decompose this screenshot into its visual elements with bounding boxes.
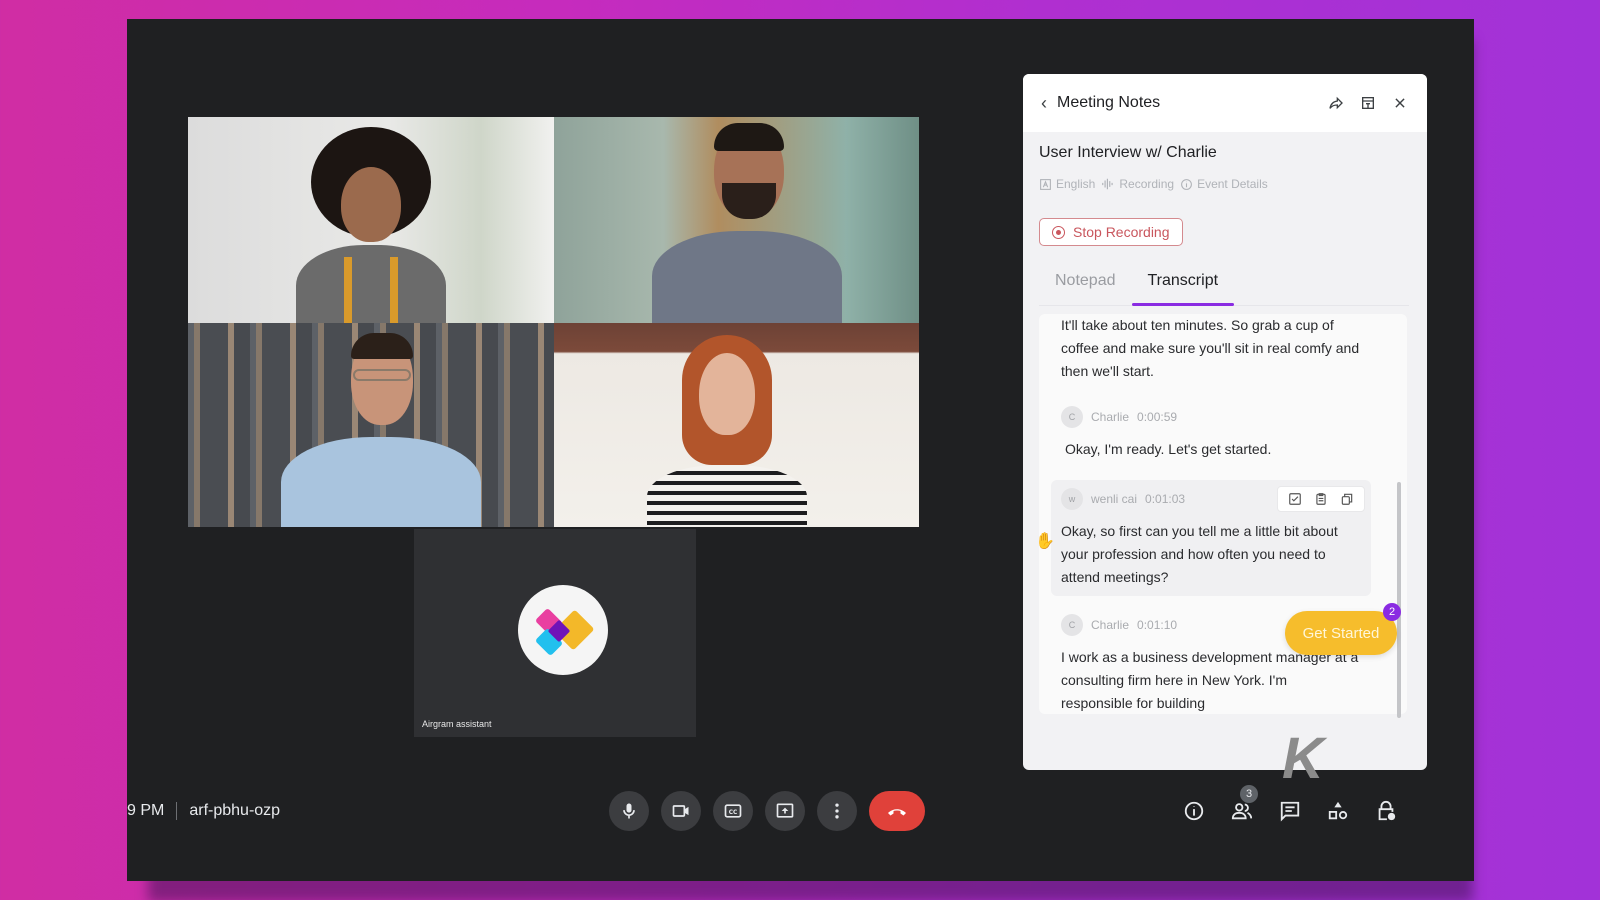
transcript-speaker: C Charlie 0:00:59 [1061, 406, 1177, 428]
notification-badge: 2 [1383, 603, 1401, 621]
video-tile-participant-2[interactable] [554, 117, 919, 323]
speaker-timestamp: 0:00:59 [1137, 410, 1178, 424]
info-icon [1184, 801, 1204, 821]
event-details-label: Event Details [1197, 177, 1268, 191]
transcript-entry-text: It'll take about ten minutes. So grab a … [1061, 317, 1360, 379]
meeting-title: User Interview w/ Charlie [1039, 144, 1217, 161]
present-button[interactable] [765, 791, 805, 831]
video-tile-participant-1[interactable] [188, 117, 554, 323]
record-icon [1052, 225, 1065, 239]
more-vertical-icon [835, 803, 839, 819]
lock-person-icon [1378, 800, 1396, 821]
video-tile-participant-4[interactable] [554, 323, 919, 527]
mic-icon [623, 803, 635, 819]
avatar: C [1061, 614, 1083, 636]
chat-icon [1280, 801, 1300, 822]
tab-transcript[interactable]: Transcript [1131, 264, 1235, 306]
speaker-timestamp: 0:01:10 [1137, 618, 1178, 632]
camera-button[interactable] [661, 791, 701, 831]
present-screen-icon [776, 803, 794, 818]
checkbox-task-icon[interactable] [1288, 492, 1302, 506]
language-label: English [1056, 177, 1096, 191]
tab-notepad[interactable]: Notepad [1039, 264, 1132, 305]
transcript-scrollbar[interactable] [1397, 482, 1401, 718]
host-controls-button[interactable] [1374, 791, 1398, 831]
event-details-link[interactable]: Event Details [1180, 177, 1268, 191]
participant-count-badge: 3 [1240, 785, 1258, 803]
transcript-speaker: C Charlie 0:01:10 [1061, 614, 1177, 636]
copy-icon[interactable] [1340, 492, 1354, 506]
closed-captions-icon: CC [724, 804, 742, 818]
video-tile-participant-3[interactable] [188, 323, 554, 527]
get-started-button[interactable]: Get Started 2 [1285, 603, 1401, 655]
save-notes-icon[interactable] [1359, 94, 1377, 112]
video-grid [188, 117, 919, 527]
more-options-button[interactable] [817, 791, 857, 831]
transcript-entry-text: I work as a business development manager… [1061, 649, 1359, 711]
meeting-meta: English Recording Event Details [1039, 177, 1268, 191]
watermark-logo: K [1282, 726, 1324, 791]
hand-cursor-icon: ✋ [1035, 533, 1055, 550]
back-chevron-icon[interactable]: ‹ [1041, 93, 1047, 114]
avatar: w [1061, 488, 1083, 510]
avatar: C [1061, 406, 1083, 428]
transcript-entry-text: Okay, I'm ready. Let's get started. [1065, 441, 1272, 457]
chat-button[interactable] [1278, 791, 1302, 831]
meeting-time: 9 PM [127, 802, 165, 819]
panel-header: ‹ Meeting Notes [1023, 74, 1427, 132]
shapes-icon [1328, 801, 1348, 820]
audio-wave-icon [1102, 178, 1114, 190]
people-icon [1231, 803, 1253, 820]
speaker-name: wenli cai [1091, 492, 1138, 506]
share-icon[interactable] [1327, 94, 1345, 112]
assistant-tile[interactable]: Airgram assistant [414, 529, 696, 737]
transcript-entry-hovered[interactable]: w wenli cai 0:01:03 Okay, so first can y… [1051, 480, 1371, 596]
panel-title: Meeting Notes [1057, 94, 1161, 111]
microphone-button[interactable] [609, 791, 649, 831]
recording-status: Recording [1101, 177, 1174, 191]
video-call-window: Airgram assistant 9 PM arf-pbhu-ozp CC 3… [127, 19, 1474, 881]
leave-call-button[interactable] [869, 791, 925, 831]
panel-tabs: Notepad Transcript [1039, 264, 1409, 306]
meeting-info: 9 PM arf-pbhu-ozp [127, 800, 280, 822]
info-icon [1181, 178, 1192, 190]
stop-recording-label: Stop Recording [1073, 224, 1170, 240]
assistant-name-label: Airgram assistant [422, 719, 492, 729]
language-icon [1040, 178, 1051, 190]
clipboard-icon[interactable] [1314, 492, 1328, 506]
transcript-speaker: w wenli cai 0:01:03 [1061, 488, 1185, 510]
participant-figure [281, 333, 481, 527]
call-controls: CC [609, 791, 925, 831]
people-button[interactable]: 3 [1230, 785, 1258, 831]
meeting-details-button[interactable] [1182, 791, 1206, 831]
transcript-entry-text: Okay, so first can you tell me a little … [1061, 523, 1338, 585]
activities-button[interactable] [1326, 791, 1350, 831]
captions-button[interactable]: CC [713, 791, 753, 831]
get-started-label: Get Started [1302, 624, 1380, 642]
language-selector[interactable]: English [1039, 177, 1095, 191]
participant-figure [651, 123, 842, 323]
airgram-logo-icon [518, 585, 608, 675]
stop-recording-button[interactable]: Stop Recording [1039, 218, 1183, 246]
meeting-side-controls: 3 [1182, 785, 1398, 831]
speaker-timestamp: 0:01:03 [1145, 492, 1186, 506]
meeting-notes-panel: ‹ Meeting Notes User Interview w/ Charli… [1023, 74, 1427, 770]
video-camera-icon [672, 805, 689, 817]
participant-figure [637, 335, 817, 527]
divider [176, 802, 178, 820]
meeting-code: arf-pbhu-ozp [189, 802, 281, 819]
participant-figure [296, 127, 446, 323]
speaker-name: Charlie [1091, 618, 1130, 632]
speaker-name: Charlie [1091, 410, 1130, 424]
close-icon[interactable] [1391, 94, 1409, 112]
phone-hangup-icon [888, 809, 906, 816]
svg-text:CC: CC [729, 810, 738, 816]
entry-actions [1277, 486, 1365, 512]
recording-label: Recording [1119, 177, 1175, 191]
